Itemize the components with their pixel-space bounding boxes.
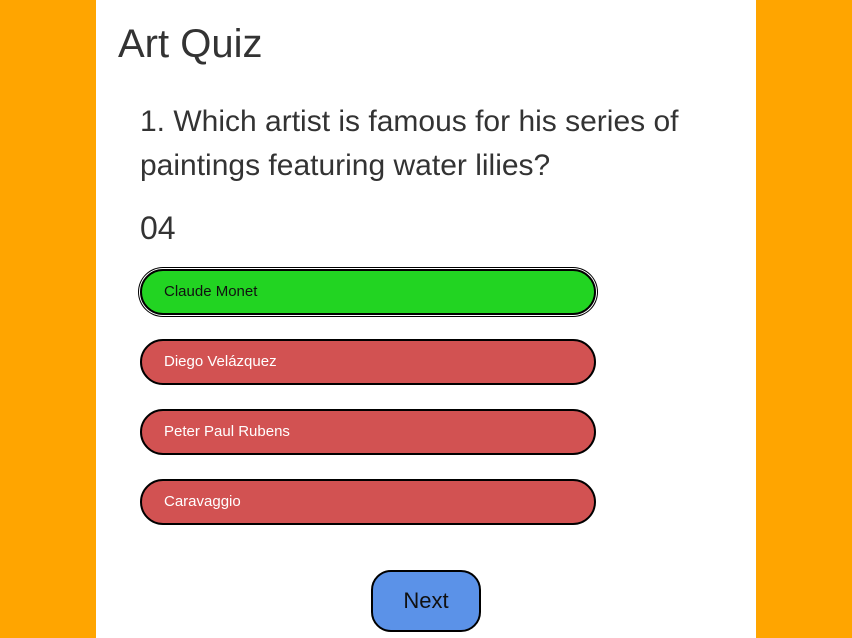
answer-button-claude-monet[interactable]: Claude Monet: [140, 269, 596, 315]
quiz-card: Art Quiz 1. Which artist is famous for h…: [96, 0, 756, 638]
question-text: 1. Which artist is famous for his series…: [140, 105, 679, 182]
answer-button-diego-velazquez[interactable]: Diego Velázquez: [140, 339, 596, 385]
next-button[interactable]: Next: [371, 570, 481, 632]
page-title: Art Quiz: [118, 22, 263, 66]
answer-button-caravaggio[interactable]: Caravaggio: [140, 479, 596, 525]
answer-button-peter-paul-rubens[interactable]: Peter Paul Rubens: [140, 409, 596, 455]
countdown-timer: 04: [140, 210, 176, 246]
